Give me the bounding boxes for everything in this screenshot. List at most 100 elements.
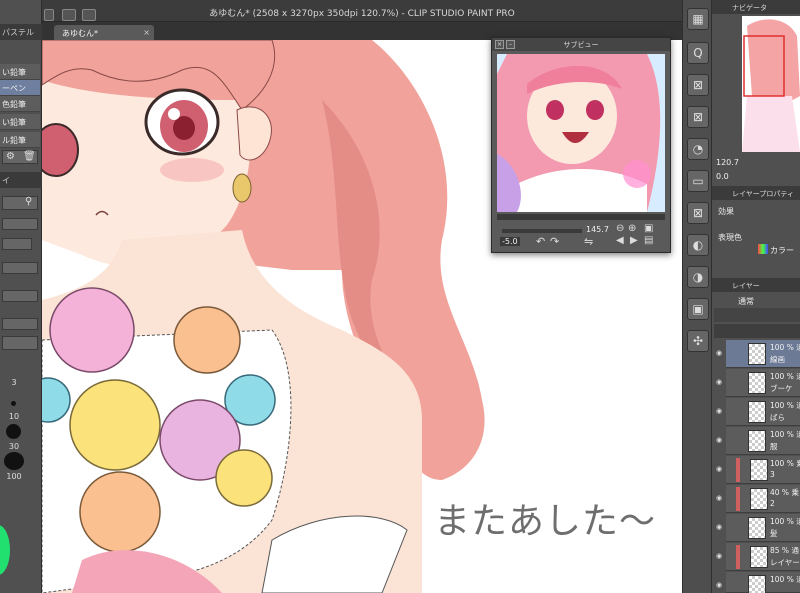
stamp-icon[interactable]: ✣ (687, 330, 709, 352)
navigator-zoom[interactable]: 120.7 (716, 158, 739, 167)
transform-icon[interactable]: ⊠ (687, 106, 709, 128)
reference-image[interactable] (497, 54, 665, 212)
subview-title: サブビュー (563, 41, 599, 49)
brush-size-dot[interactable] (4, 452, 24, 470)
rose-yellow (69, 379, 161, 471)
layer-row[interactable]: ◉ 100 % 通 線画 (716, 340, 800, 368)
tool-property-panel: パステル い鉛筆 ーペン 色鉛筆 い鉛筆 ル鉛筆 ⚙ 🗑 イ ⚲ 3 10 30… (0, 0, 42, 593)
rotate-right-icon[interactable]: ↷ (550, 235, 559, 248)
delete-icon[interactable]: ▣ (687, 298, 709, 320)
brush-size-slider[interactable]: ⚲ (2, 196, 38, 210)
layers-header[interactable]: レイヤー (712, 278, 800, 292)
navigator-header[interactable]: ナビゲータ (712, 0, 800, 14)
copy-icon[interactable]: ◐ (687, 234, 709, 256)
layer-opacity: 100 % 通 (770, 343, 800, 352)
layer-row[interactable]: ◉ 100 % 通 髪 (716, 514, 800, 542)
subview-header: × – サブビュー (492, 38, 670, 51)
navigator-preview[interactable] (742, 16, 800, 152)
brush-size-label[interactable]: 100 (2, 472, 26, 481)
layer-name: 髪 (770, 529, 778, 538)
setting-slider[interactable] (2, 262, 38, 274)
folder-icon[interactable]: ▤ (644, 235, 653, 246)
color-wheel[interactable] (0, 525, 10, 575)
close-icon[interactable]: × (495, 40, 504, 49)
layer-row[interactable]: ◉ 100 % 乗 3 (716, 456, 800, 484)
next-icon[interactable]: ▶ (630, 235, 638, 246)
layer-row[interactable]: ◉ 100 % 通 ブーケ (716, 369, 800, 397)
eye-icon[interactable]: ◉ (716, 407, 722, 415)
layer-name: 2 (770, 499, 775, 508)
mask-icon[interactable]: ◑ (687, 266, 709, 288)
brush-size-dot[interactable] (11, 401, 16, 406)
layer-property-header[interactable]: レイヤープロパティ (712, 186, 800, 200)
brush-item[interactable]: い鉛筆 (0, 64, 40, 80)
brush-item[interactable]: い鉛筆 (0, 114, 40, 130)
transform-icon[interactable]: ⊠ (687, 74, 709, 96)
handwritten-message: またあした〜 (434, 501, 657, 542)
rose-pink (49, 287, 135, 373)
rose-orange (173, 306, 241, 374)
eye-pupil (173, 116, 195, 140)
minimize-icon[interactable]: – (506, 40, 515, 49)
layer-row[interactable]: ◉ 100 % 通 服 (716, 427, 800, 455)
brush-group-header[interactable]: パステル (0, 24, 42, 40)
subview-controls: 145.7 ⊖ ⊕ ▣ -5.0 ↶ ↷ ⇋ ◀ ▶ ▤ (492, 223, 670, 251)
layer-opacity: 100 % 通 (770, 517, 800, 526)
layer-thumbnail (748, 401, 766, 423)
layer-options-bar[interactable] (714, 308, 800, 322)
brush-icon[interactable]: ◔ (687, 138, 709, 160)
brush-size-label[interactable]: 3 (2, 378, 26, 387)
layer-name: ブーケ (770, 384, 793, 393)
blend-mode-select[interactable]: 通常 (738, 296, 754, 307)
fit-icon[interactable]: ▣ (644, 223, 653, 234)
brush-item-selected[interactable]: ーペン (0, 80, 40, 96)
layer-thumbnail (750, 546, 768, 568)
close-icon[interactable]: × (143, 28, 150, 37)
layer-row[interactable]: ◉ 40 % 乗 2 (716, 485, 800, 513)
brush-size-label[interactable]: 10 (2, 412, 26, 421)
color-swatch[interactable] (2, 238, 32, 250)
layers-icon[interactable]: ▦ (687, 8, 709, 30)
layer-thumbnail (748, 343, 766, 365)
navigator-rotation[interactable]: 0.0 (716, 172, 729, 181)
eye-icon[interactable]: ◉ (716, 552, 722, 560)
expression-color-value[interactable]: カラー (770, 245, 794, 256)
eye-icon[interactable]: ◉ (716, 436, 722, 444)
prev-icon[interactable]: ◀ (616, 235, 624, 246)
folder-icon[interactable]: ▭ (687, 170, 709, 192)
transform-icon[interactable]: ⊠ (687, 202, 709, 224)
search-icon[interactable]: ⚲ (25, 196, 32, 207)
opacity-slider[interactable] (2, 218, 38, 230)
eye-icon[interactable]: ◉ (716, 378, 722, 386)
brush-size-dot[interactable] (6, 424, 21, 439)
flip-icon[interactable]: ⇋ (584, 235, 593, 248)
eye-icon[interactable]: ◉ (716, 523, 722, 531)
clipping-indicator (736, 458, 740, 482)
layer-row[interactable]: ◉ 100 % 通 (716, 572, 800, 593)
eye-icon[interactable]: ◉ (716, 349, 722, 357)
layer-toolbar[interactable] (714, 324, 800, 338)
layer-row[interactable]: ◉ 100 % 通 ばら (716, 398, 800, 426)
search-icon[interactable]: Q (687, 42, 709, 64)
eye-icon[interactable]: ◉ (716, 581, 722, 589)
rotation-value[interactable]: -5.0 (500, 237, 520, 246)
setting-slider[interactable] (2, 290, 38, 302)
setting-slider[interactable] (2, 318, 38, 330)
document-tab[interactable]: あゆむん* × (54, 25, 154, 40)
subview-scrollbar[interactable] (497, 214, 665, 220)
zoom-value[interactable]: 145.7 (586, 225, 609, 234)
delete-icon[interactable]: 🗑 (23, 151, 36, 162)
eye-icon[interactable]: ◉ (716, 465, 722, 473)
layer-row[interactable]: ◉ 85 % 通 レイヤー (716, 543, 800, 571)
sub-tool-actions[interactable]: ⚙ 🗑 (2, 150, 38, 164)
settings-icon[interactable]: ⚙ (6, 151, 15, 162)
eye-icon[interactable]: ◉ (716, 494, 722, 502)
layer-opacity: 40 % 乗 (770, 488, 799, 497)
brush-size-label[interactable]: 30 (2, 442, 26, 451)
zoom-in-icon[interactable]: ⊕ (628, 223, 636, 234)
rotate-left-icon[interactable]: ↶ (536, 235, 545, 248)
brush-item[interactable]: ル鉛筆 (0, 132, 40, 148)
zoom-out-icon[interactable]: ⊖ (616, 223, 624, 234)
zoom-slider[interactable] (502, 229, 582, 233)
brush-item[interactable]: 色鉛筆 (0, 96, 40, 112)
